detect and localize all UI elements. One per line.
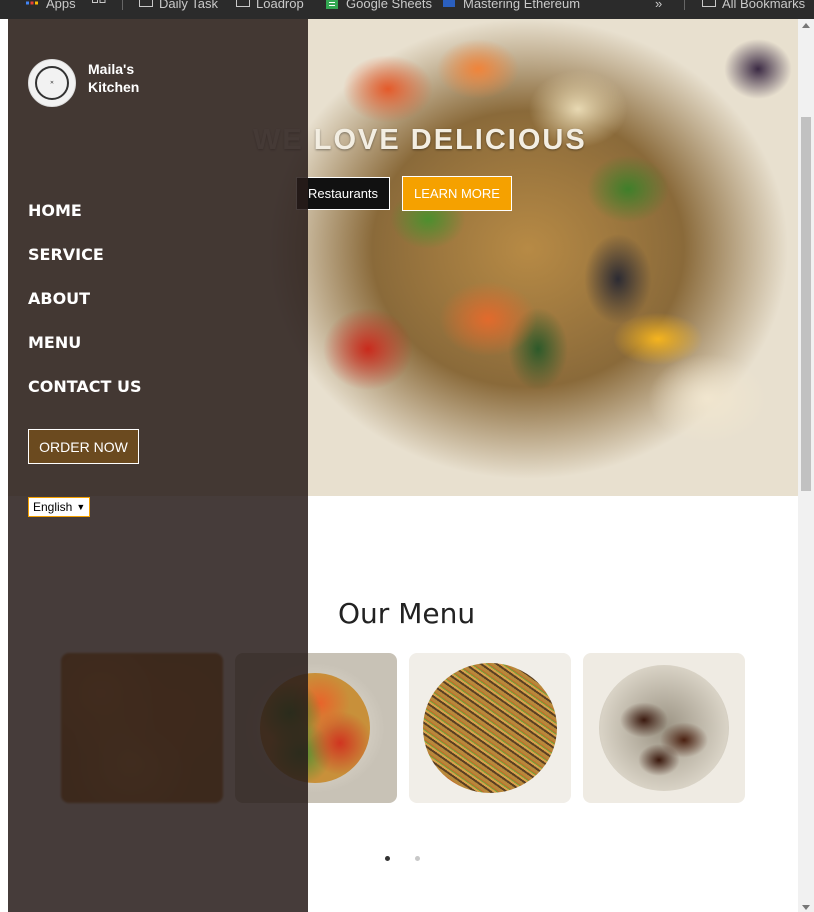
folder-icon xyxy=(236,0,250,9)
folder-icon xyxy=(702,0,716,9)
bookmark-label: Daily Task xyxy=(159,0,219,11)
page-content: WE LOVE DELICIOUS Restaurants LEARN MORE… xyxy=(8,19,798,912)
bookmark-label: Google Sheets xyxy=(346,0,433,11)
bookmark-separator xyxy=(684,0,685,10)
grid-icon xyxy=(92,0,106,9)
brand-logo[interactable]: ✕ xyxy=(28,59,76,107)
folder-icon xyxy=(139,0,153,9)
nav-item-menu[interactable]: MENU xyxy=(28,333,142,377)
bookmark-daily-task[interactable]: Daily Task xyxy=(139,0,218,13)
menu-card-braised-pork[interactable] xyxy=(583,653,745,803)
chevron-down-icon: ▼ xyxy=(76,502,86,512)
bookmark-label: Loadrop xyxy=(256,0,304,11)
apps-grid-icon xyxy=(26,0,40,9)
page-scrollbar[interactable] xyxy=(798,19,814,912)
nav-item-service[interactable]: SERVICE xyxy=(28,245,142,289)
menu-heading: Our Menu xyxy=(338,597,476,630)
learn-more-button[interactable]: LEARN MORE xyxy=(402,176,512,211)
language-select[interactable]: English ▼ xyxy=(28,497,90,517)
carousel-dot-active[interactable] xyxy=(385,856,390,861)
restaurants-button[interactable]: Restaurants xyxy=(296,177,390,210)
carousel-dot[interactable] xyxy=(415,856,420,861)
order-now-button[interactable]: ORDER NOW xyxy=(28,429,139,464)
bookmark-label: Apps xyxy=(46,0,76,11)
sheets-icon xyxy=(326,0,340,9)
bookmark-separator xyxy=(122,0,123,10)
logo-emblem: ✕ xyxy=(35,66,69,100)
scrollbar-thumb[interactable] xyxy=(801,117,811,491)
bookmark-google-sheets[interactable]: Google Sheets xyxy=(326,0,432,13)
bookmark-mastering-ethereum[interactable]: Mastering Ethereum xyxy=(443,0,580,13)
bookmark-all-bookmarks[interactable]: All Bookmarks xyxy=(702,0,805,13)
nav-item-contact-us[interactable]: CONTACT US xyxy=(28,377,142,421)
bookmarks-overflow-button[interactable]: » xyxy=(655,0,662,13)
bookmark-label: All Bookmarks xyxy=(722,0,806,11)
bookmark-icon xyxy=(443,0,457,9)
bookmarks-bar: Apps Daily Task Loadrop Google Sheets Ma… xyxy=(0,0,814,19)
sidebar-menu: ✕ Maila's Kitchen HOME SERVICE ABOUT MEN… xyxy=(8,19,308,912)
scroll-up-arrow-icon[interactable] xyxy=(802,23,810,28)
brand-name[interactable]: Maila's Kitchen xyxy=(88,60,158,96)
tab-search-button[interactable] xyxy=(92,0,106,13)
language-selected: English xyxy=(33,500,73,514)
nav-item-about[interactable]: ABOUT xyxy=(28,289,142,333)
sidebar-nav: HOME SERVICE ABOUT MENU CONTACT US xyxy=(28,201,142,421)
nav-item-home[interactable]: HOME xyxy=(28,201,142,245)
logo-cutlery-icon: ✕ xyxy=(49,80,55,86)
bookmark-apps[interactable]: Apps xyxy=(26,0,76,13)
chevron-double-right-icon: » xyxy=(655,0,663,11)
menu-card-stir-fried-noodles[interactable] xyxy=(409,653,571,803)
bookmark-label: Mastering Ethereum xyxy=(463,0,581,11)
bookmark-loadrop[interactable]: Loadrop xyxy=(236,0,304,13)
scroll-down-arrow-icon[interactable] xyxy=(802,905,810,910)
